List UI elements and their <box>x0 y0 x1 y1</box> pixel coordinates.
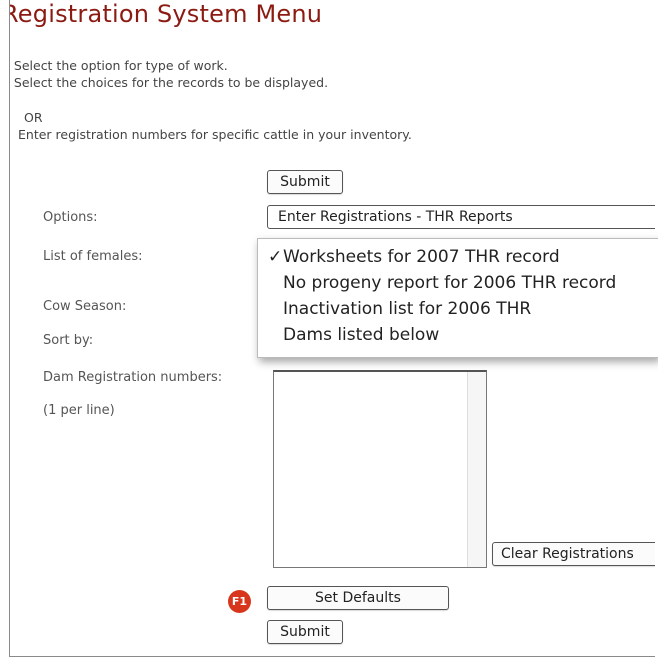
submit-button-top[interactable]: Submit <box>267 170 343 194</box>
f1-annotation-badge: F1 <box>228 590 251 613</box>
females-dropdown-menu: ✓Worksheets for 2007 THR record No proge… <box>257 238 658 358</box>
clear-registrations-button[interactable]: Clear Registrations <box>492 542 655 566</box>
set-defaults-button[interactable]: Set Defaults <box>267 586 449 610</box>
options-select[interactable]: Enter Registrations - THR Reports <box>267 205 655 229</box>
textarea-scrollbar[interactable] <box>467 372 486 567</box>
sort-by-label: Sort by: <box>43 333 94 348</box>
registration-hint: Enter registration numbers for specific … <box>18 127 412 142</box>
dropdown-item-worksheets[interactable]: ✓Worksheets for 2007 THR record <box>268 247 560 267</box>
dropdown-item-no-progeny[interactable]: No progeny report for 2006 THR record <box>268 273 616 293</box>
females-label: List of females: <box>43 249 143 264</box>
options-label: Options: <box>43 210 98 225</box>
cow-season-label: Cow Season: <box>43 299 127 314</box>
dropdown-item-inactivation[interactable]: Inactivation list for 2006 THR <box>268 299 531 319</box>
dropdown-item-dams[interactable]: Dams listed below <box>268 325 439 345</box>
dam-registration-textarea[interactable] <box>273 370 487 568</box>
or-text: OR <box>24 110 43 125</box>
per-line-label: (1 per line) <box>43 403 115 418</box>
checkmark-icon: ✓ <box>268 247 283 267</box>
page-title: Registration System Menu <box>9 0 323 28</box>
dam-registration-label: Dam Registration numbers: <box>43 370 223 385</box>
submit-button-bottom[interactable]: Submit <box>267 620 343 644</box>
instruction-step-2: 2. Select the choices for the records to… <box>9 75 329 90</box>
instruction-step-1: 1. Select the option for type of work. <box>9 58 228 73</box>
